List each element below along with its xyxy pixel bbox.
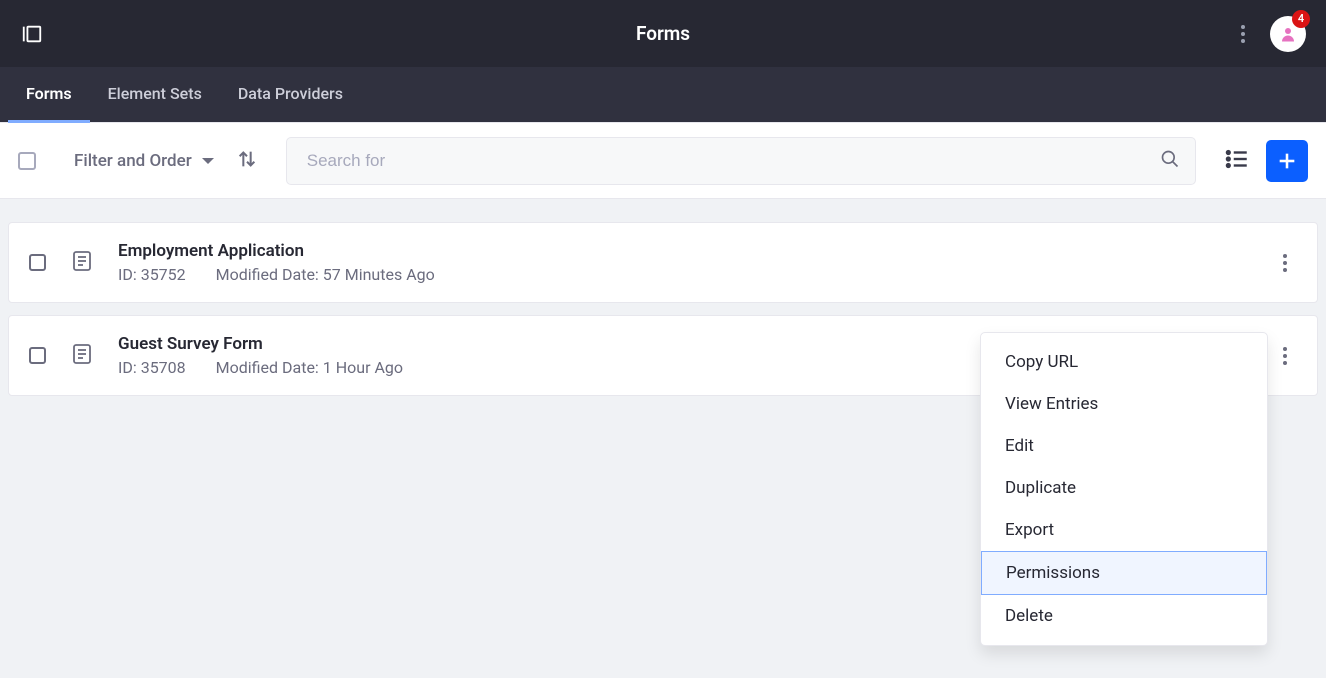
tab-data-providers[interactable]: Data Providers <box>220 67 361 123</box>
row-checkbox[interactable] <box>29 254 46 271</box>
row-checkbox[interactable] <box>29 347 46 364</box>
row-modified: Modified Date: 1 Hour Ago <box>216 358 403 377</box>
search-input[interactable] <box>286 137 1196 185</box>
dropdown-item-export[interactable]: Export <box>981 509 1267 551</box>
row-id: ID: 35708 <box>118 358 186 377</box>
form-icon <box>70 342 94 370</box>
caret-down-icon <box>202 158 214 164</box>
page-title: Forms <box>636 22 690 45</box>
view-toggle-icon[interactable] <box>1224 146 1250 176</box>
notification-badge: 4 <box>1292 10 1310 28</box>
row-title: Employment Application <box>118 241 1249 261</box>
row-info: Employment Application ID: 35752 Modifie… <box>118 241 1249 284</box>
topbar: Forms 4 <box>0 0 1326 67</box>
user-avatar[interactable]: 4 <box>1270 16 1306 52</box>
dropdown-item-edit[interactable]: Edit <box>981 425 1267 467</box>
actions-dropdown: Copy URL View Entries Edit Duplicate Exp… <box>980 332 1268 646</box>
tab-forms[interactable]: Forms <box>8 67 90 123</box>
dropdown-item-permissions[interactable]: Permissions <box>981 551 1267 595</box>
tab-element-sets[interactable]: Element Sets <box>90 67 220 123</box>
row-modified: Modified Date: 57 Minutes Ago <box>216 265 435 284</box>
toolbar: Filter and Order <box>0 123 1326 198</box>
form-icon <box>70 249 94 277</box>
row-actions-icon[interactable] <box>1273 344 1297 368</box>
row-id: ID: 35752 <box>118 265 186 284</box>
dropdown-item-duplicate[interactable]: Duplicate <box>981 467 1267 509</box>
search-icon[interactable] <box>1160 149 1180 173</box>
dropdown-item-view-entries[interactable]: View Entries <box>981 383 1267 425</box>
dropdown-item-delete[interactable]: Delete <box>981 595 1267 637</box>
row-actions-icon[interactable] <box>1273 251 1297 275</box>
filter-order-button[interactable]: Filter and Order <box>74 151 214 171</box>
add-button[interactable] <box>1266 140 1308 182</box>
topbar-more-icon[interactable] <box>1234 22 1252 46</box>
tabbar: Forms Element Sets Data Providers <box>0 67 1326 123</box>
dropdown-item-copy-url[interactable]: Copy URL <box>981 341 1267 383</box>
list-item[interactable]: Employment Application ID: 35752 Modifie… <box>8 222 1318 303</box>
search-wrap <box>286 137 1196 185</box>
select-all-checkbox[interactable] <box>18 152 36 170</box>
sort-icon[interactable] <box>236 148 258 174</box>
filter-label: Filter and Order <box>74 151 192 171</box>
panel-toggle-icon[interactable] <box>20 22 44 46</box>
